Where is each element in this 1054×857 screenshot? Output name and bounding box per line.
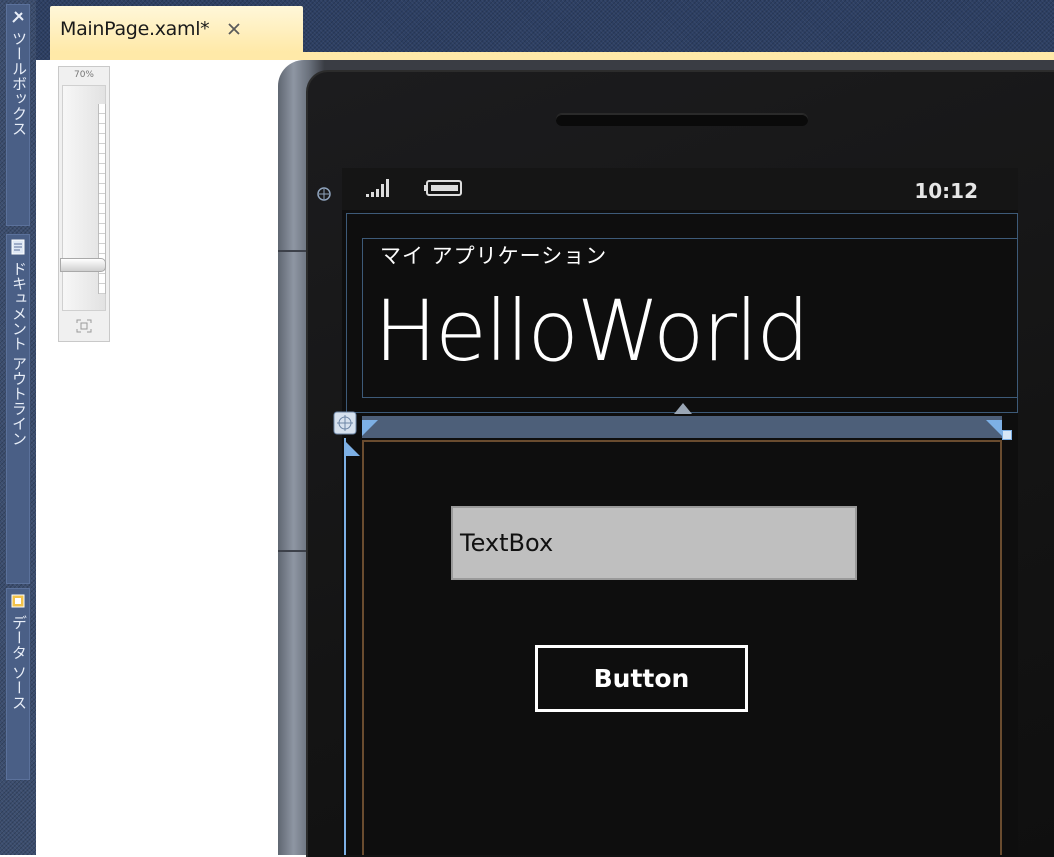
status-time: 10:12 [914, 179, 978, 203]
textbox-control[interactable]: TextBox [451, 506, 857, 580]
button-control[interactable]: Button [535, 645, 748, 712]
document-outline-tab[interactable]: ドキュメント アウトライン [6, 234, 30, 584]
zoom-slider-thumb[interactable] [60, 258, 106, 272]
document-outline-tab-label: ドキュメント アウトライン [10, 261, 28, 446]
data-source-tab-label: データ ソース [10, 615, 28, 710]
signal-strength-icon [366, 178, 396, 202]
close-icon[interactable] [223, 18, 245, 40]
data-source-tab[interactable]: データ ソース [6, 588, 30, 780]
phone-speaker [556, 114, 808, 126]
tool-window-strip: ツールボックス ドキュメント アウトライン データ ソース [0, 0, 36, 855]
document-outline-icon [10, 239, 26, 255]
zoom-slider-track[interactable] [60, 85, 106, 311]
battery-icon [424, 180, 464, 200]
application-title[interactable]: マイ アプリケーション [380, 240, 607, 270]
grid-move-handle-icon[interactable] [332, 410, 358, 436]
toolbox-icon [10, 9, 26, 25]
grid-insert-arrow-icon[interactable] [674, 403, 692, 414]
document-tab-title: MainPage.xaml* [60, 18, 210, 40]
resize-handle[interactable] [1002, 430, 1012, 440]
selection-corner-adorner[interactable] [344, 440, 360, 456]
toolbox-tab-label: ツールボックス [10, 31, 28, 136]
phone-side-button [278, 250, 306, 252]
move-handle-icon[interactable] [316, 186, 332, 206]
zoom-fit-icon[interactable] [70, 315, 98, 337]
selection-corner-adorner[interactable] [986, 420, 1002, 436]
grid-column-rail[interactable] [362, 416, 1002, 438]
selection-corner-adorner[interactable] [362, 420, 378, 436]
phone-side-button [278, 550, 306, 552]
zoom-control: 70% [58, 66, 110, 342]
toolbox-tab[interactable]: ツールボックス [6, 4, 30, 226]
zoom-level-label: 70% [73, 70, 94, 80]
document-tab[interactable]: MainPage.xaml* [50, 6, 303, 52]
data-source-icon [10, 593, 26, 609]
page-title[interactable]: HelloWorld [374, 282, 810, 380]
tab-underline [50, 52, 1054, 60]
